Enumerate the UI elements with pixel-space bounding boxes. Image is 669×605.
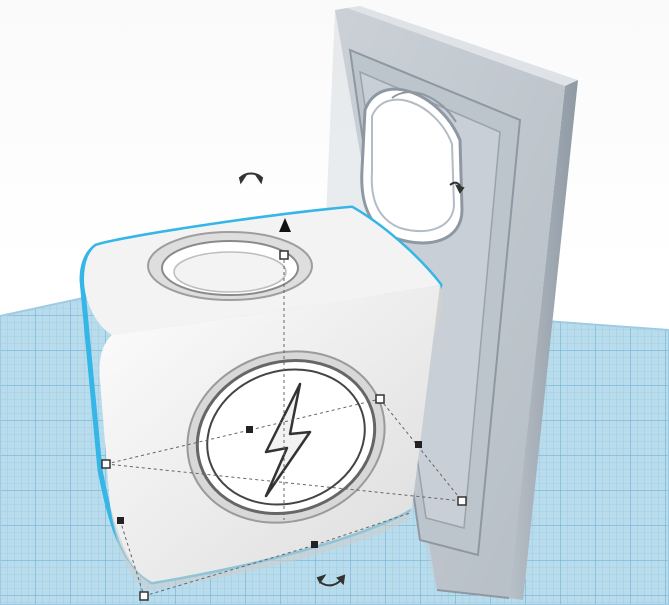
handle-mid-right[interactable] (415, 441, 422, 448)
handle-right[interactable] (457, 496, 467, 506)
handle-bottom-mid[interactable] (311, 541, 318, 548)
scene-canvas[interactable] (0, 0, 669, 605)
handle-left[interactable] (101, 459, 111, 469)
handle-top-center[interactable] (279, 250, 289, 260)
top-hole (147, 231, 313, 301)
handle-bottom-left[interactable] (139, 591, 149, 601)
rotate-top-handle[interactable] (238, 172, 264, 185)
handle-mid-left[interactable] (246, 426, 253, 433)
handle-bottom-left-mid[interactable] (117, 517, 124, 524)
viewport-3d[interactable] (0, 0, 669, 605)
handle-back-right[interactable] (375, 394, 385, 404)
